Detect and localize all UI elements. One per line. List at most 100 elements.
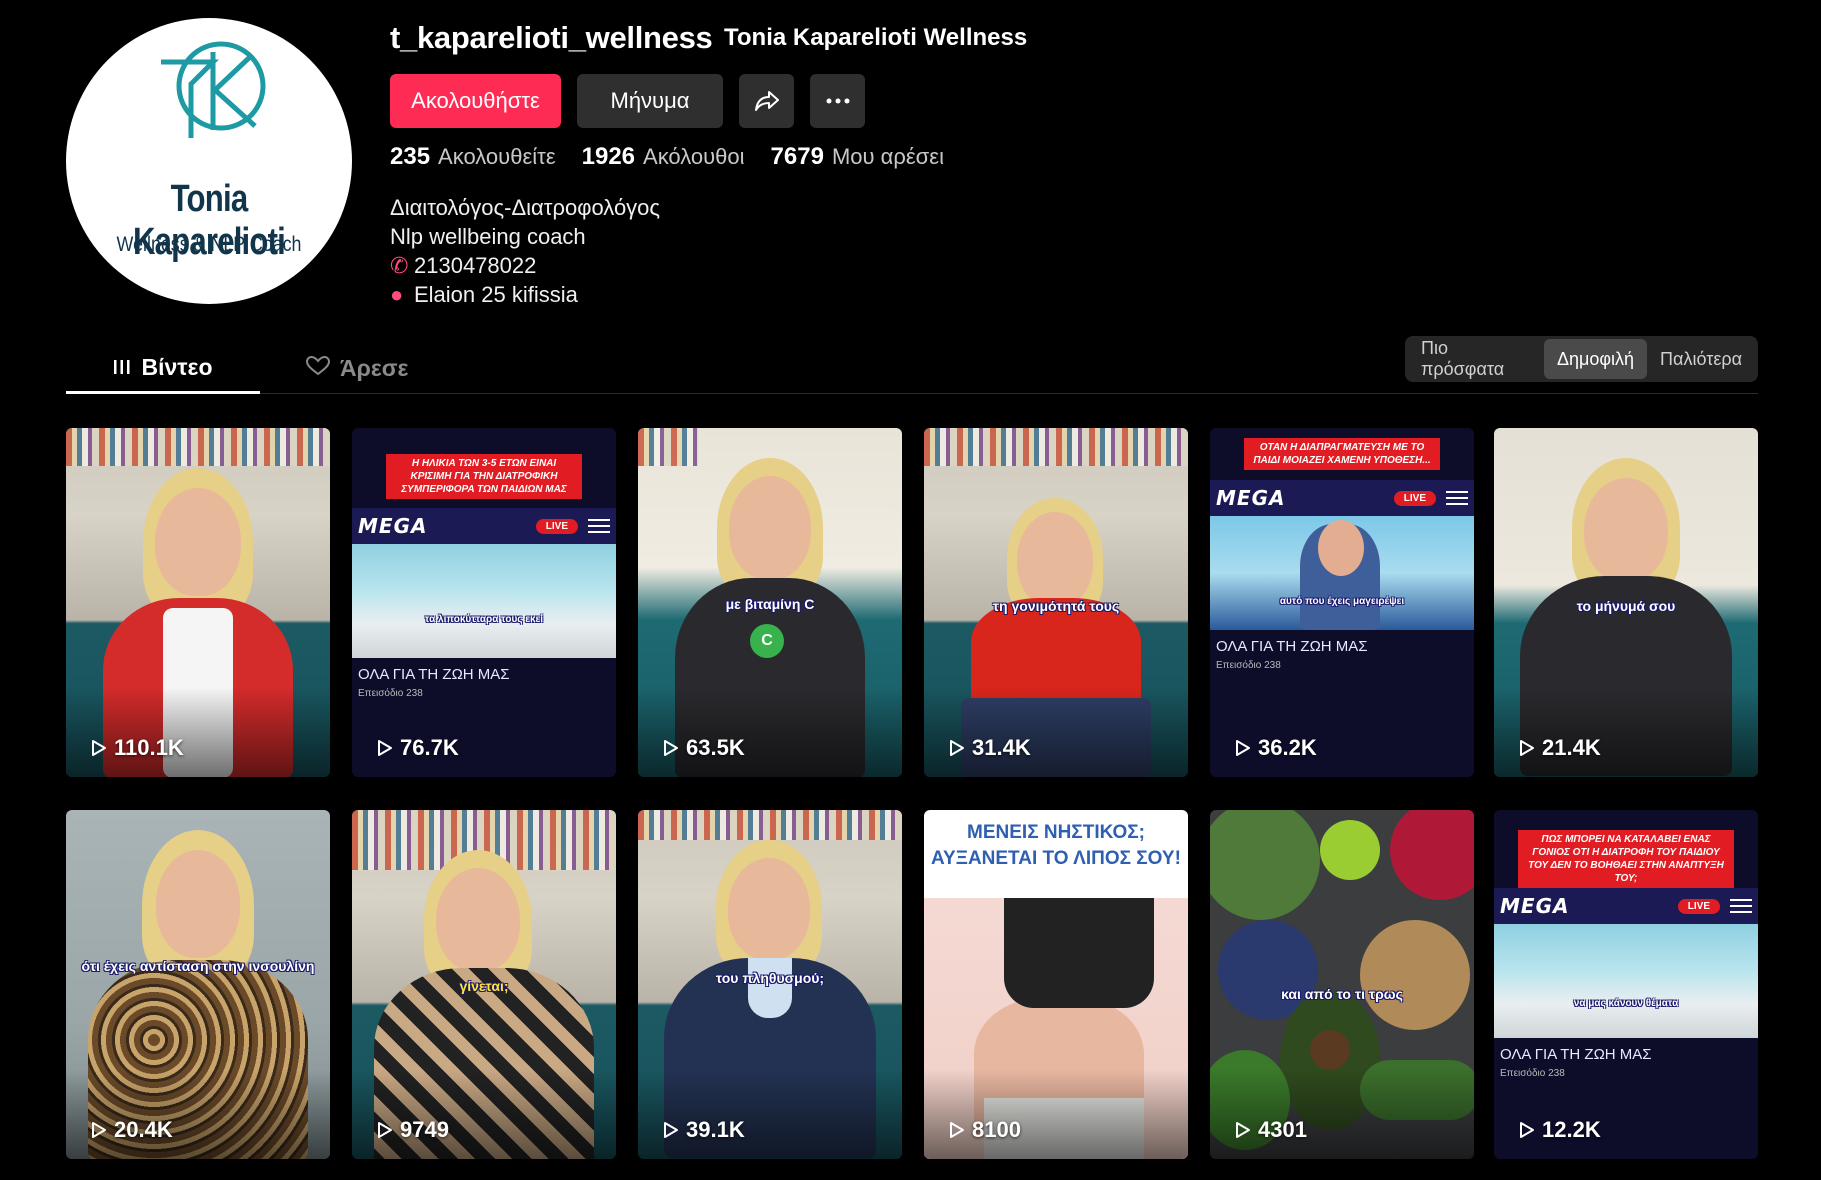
logo-tagline: Wellness & NLP Coach: [116, 233, 302, 256]
play-icon: [92, 1122, 106, 1138]
tab-videos[interactable]: Βίντεο: [66, 343, 260, 394]
menu-icon: [1730, 899, 1752, 913]
view-count: 31.4K: [946, 735, 1031, 761]
video-banner: ΟΤΑΝ Η ΔΙΑΠΡΑΓΜΑΤΕΥΣΗ ΜΕ ΤΟ ΠΑΙΔΙ ΜΟΙΑΖΕ…: [1244, 438, 1440, 470]
video-title: ΜΕΝΕΙΣ ΝΗΣΤΙΚΟΣ; ΑΥΞΑΝΕΤΑΙ ΤΟ ΛΙΠΟΣ ΣΟΥ!: [931, 822, 1181, 869]
view-count-value: 4301: [1258, 1117, 1307, 1142]
video-card[interactable]: τη γονιμότητά τους 31.4K: [924, 428, 1188, 777]
play-icon: [378, 740, 392, 756]
video-card[interactable]: 110.1K: [66, 428, 330, 777]
following-count: 235: [390, 143, 431, 170]
play-icon: [950, 740, 964, 756]
bookshelf-decor: [924, 428, 1188, 466]
live-badge: LIVE: [1677, 898, 1720, 914]
video-card[interactable]: ΜΕΝΕΙΣ ΝΗΣΤΙΚΟΣ; ΑΥΞΑΝΕΤΑΙ ΤΟ ΛΙΠΟΣ ΣΟΥ!…: [924, 810, 1188, 1159]
view-count: 9749: [374, 1117, 449, 1143]
view-count: 21.4K: [1516, 735, 1601, 761]
bio-phone: ✆ 2130478022: [390, 251, 660, 280]
view-count: 12.2K: [1516, 1117, 1601, 1143]
show-title: ΟΛΑ ΓΙΑ ΤΗ ΖΩΗ ΜΑΣ: [358, 666, 510, 683]
video-card[interactable]: γίνεται; 9749: [352, 810, 616, 1159]
view-count: 20.4K: [88, 1117, 173, 1143]
followers-stat[interactable]: 1926 Ακόλουθοι: [582, 143, 745, 171]
studio-scene: να μας κάνουν θέματα: [1494, 924, 1758, 1038]
mega-logo: MEGA: [1500, 894, 1570, 918]
video-caption: ότι έχεις αντίσταση στην ινσουλίνη: [81, 958, 315, 974]
live-badge: LIVE: [535, 518, 578, 534]
play-icon: [378, 1122, 392, 1138]
video-caption: να μας κάνουν θέματα: [1573, 998, 1679, 1009]
video-card[interactable]: ΟΤΑΝ Η ΔΙΑΠΡΑΓΜΑΤΕΥΣΗ ΜΕ ΤΟ ΠΑΙΔΙ ΜΟΙΑΖΕ…: [1210, 428, 1474, 777]
episode-label: Επεισόδιο 238: [1216, 660, 1281, 671]
follow-button[interactable]: Ακολουθήστε: [390, 74, 561, 128]
play-icon: [950, 1122, 964, 1138]
share-button[interactable]: [739, 74, 794, 128]
menu-icon: [1446, 491, 1468, 505]
video-card[interactable]: το μήνυμά σου 21.4K: [1494, 428, 1758, 777]
video-caption: του πληθυσμού;: [715, 970, 825, 986]
video-card[interactable]: και από το τι τρως 4301: [1210, 810, 1474, 1159]
play-icon: [92, 740, 106, 756]
video-card[interactable]: ότι έχεις αντίσταση στην ινσουλίνη 20.4K: [66, 810, 330, 1159]
view-count-value: 39.1K: [686, 1117, 745, 1142]
mega-logo: MEGA: [1216, 486, 1286, 510]
view-count: 76.7K: [374, 735, 459, 761]
view-count-value: 9749: [400, 1117, 449, 1142]
bio-line-title: Διαιτολόγος-Διατροφολόγος: [390, 195, 661, 220]
view-count: 39.1K: [660, 1117, 745, 1143]
video-caption: και από το τι τρως: [1281, 986, 1403, 1002]
view-count: 36.2K: [1232, 735, 1317, 761]
bio-address: ● Elaion 25 kifissia: [390, 280, 660, 309]
heart-lock-icon: [305, 355, 331, 382]
tab-liked[interactable]: Άρεσε: [305, 343, 496, 393]
video-card[interactable]: Η ΗΛΙΚΙΑ ΤΩΝ 3-5 ΕΤΩΝ ΕΙΝΑΙ ΚΡΙΣΙΜΗ ΓΙΑ …: [352, 428, 616, 777]
view-count-value: 20.4K: [114, 1117, 173, 1142]
view-count: 4301: [1232, 1117, 1307, 1143]
bookshelf-decor: [638, 810, 902, 840]
tab-videos-label: Βίντεο: [141, 353, 213, 380]
profile-stats: 235 Ακολουθείτε 1926 Ακόλουθοι 7679 Μου αρέ…: [390, 143, 944, 171]
view-count-value: 31.4K: [972, 735, 1031, 760]
view-count-value: 110.1K: [114, 735, 184, 760]
video-caption: τη γονιμότητά τους: [992, 598, 1120, 614]
followers-count: 1926: [581, 143, 636, 170]
vitamin-c-icon: C: [750, 624, 784, 658]
studio-scene: αυτό που έχεις μαγειρέψει: [1210, 516, 1474, 630]
message-button[interactable]: Μήνυμα: [577, 74, 723, 128]
play-icon: [1520, 740, 1534, 756]
phone-number: 2130478022: [414, 253, 537, 278]
live-badge: LIVE: [1393, 490, 1436, 506]
likes-label: Μου αρέσει: [831, 144, 944, 169]
more-button[interactable]: [810, 74, 865, 128]
video-card[interactable]: με βιταμίνη C C 63.5K: [638, 428, 902, 777]
video-card[interactable]: του πληθυσμού; 39.1K: [638, 810, 902, 1159]
menu-icon: [588, 519, 610, 533]
video-banner: ΠΩΣ ΜΠΟΡΕΙ ΝΑ ΚΑΤΑΛΑΒΕΙ ΕΝΑΣ ΓΟΝΙΟΣ ΟΤΙ …: [1518, 830, 1734, 888]
sort-oldest[interactable]: Παλιότερα: [1647, 339, 1755, 379]
studio-scene: τα λιποκύτταρα τους εκεί: [352, 544, 616, 658]
likes-count: 7679: [770, 143, 824, 170]
sort-toggle: Πιο πρόσφατα Δημοφιλή Παλιότερα: [1405, 336, 1758, 382]
bio: Διαιτολόγος-Διατροφολόγος Nlp wellbeing …: [390, 193, 660, 309]
play-icon: [664, 1122, 678, 1138]
video-caption: τα λιποκύτταρα τους εκεί: [424, 614, 544, 625]
view-count-value: 36.2K: [1258, 735, 1317, 760]
following-label: Ακολουθείτε: [438, 144, 556, 169]
location-pin-icon: ●: [390, 282, 404, 307]
view-count-value: 8100: [972, 1117, 1021, 1142]
play-icon: [1236, 740, 1250, 756]
following-stat[interactable]: 235 Ακολουθείτε: [390, 143, 556, 171]
bookshelf-decor: [66, 428, 330, 466]
video-card[interactable]: ΠΩΣ ΜΠΟΡΕΙ ΝΑ ΚΑΤΑΛΑΒΕΙ ΕΝΑΣ ΓΟΝΙΟΣ ΟΤΙ …: [1494, 810, 1758, 1159]
episode-label: Επεισόδιο 238: [1500, 1068, 1565, 1079]
sort-latest[interactable]: Πιο πρόσφατα: [1408, 338, 1544, 379]
phone-icon: ✆: [390, 253, 409, 278]
video-banner: Η ΗΛΙΚΙΑ ΤΩΝ 3-5 ΕΤΩΝ ΕΙΝΑΙ ΚΡΙΣΙΜΗ ΓΙΑ …: [386, 454, 582, 499]
view-count-value: 21.4K: [1542, 735, 1601, 760]
mega-logo: MEGA: [358, 514, 428, 538]
bio-line-coach: Nlp wellbeing coach: [390, 224, 586, 249]
avatar[interactable]: Tonia Kaparelioti Wellness & NLP Coach: [66, 18, 352, 304]
sort-popular[interactable]: Δημοφιλή: [1543, 339, 1648, 379]
video-caption: με βιταμίνη C: [725, 596, 815, 612]
play-icon: [1520, 1122, 1534, 1138]
